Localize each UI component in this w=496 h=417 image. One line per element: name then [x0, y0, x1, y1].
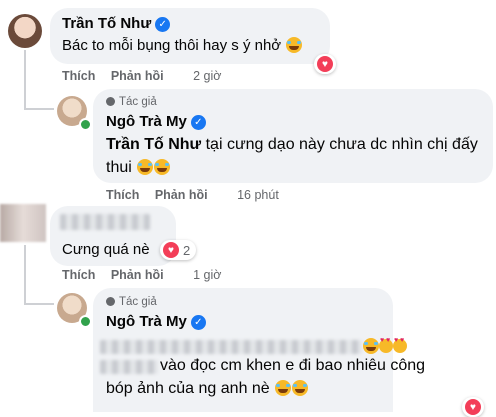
reply-author[interactable]: Ngô Trà My ✓: [106, 113, 206, 130]
reaction-badge[interactable]: ♥ 2: [160, 240, 197, 260]
author-tag-icon: [106, 297, 115, 306]
timestamp[interactable]: 2 giờ: [193, 69, 221, 83]
reaction-badge[interactable]: ♥: [314, 54, 336, 74]
like-button[interactable]: Thích: [62, 268, 95, 282]
author-tag: Tác giả: [106, 96, 157, 108]
reply-text-line2: vào đọc cm khen e đi bao nhiêu công: [160, 357, 426, 374]
verified-badge-icon: ✓: [190, 115, 206, 130]
reply-button[interactable]: Phản hồi: [155, 188, 208, 202]
reply-actions: Thích Phản hồi 16 phút: [106, 188, 291, 202]
author-tag-icon: [106, 97, 115, 106]
laughing-emoji-icon: [292, 380, 309, 396]
like-button[interactable]: Thích: [106, 188, 139, 202]
blurred-author-name: [60, 214, 150, 230]
heart-reaction-icon: ♥: [163, 242, 179, 258]
laughing-emoji-icon: [154, 159, 171, 175]
timestamp[interactable]: 1 giờ: [193, 268, 221, 282]
online-status-dot: [79, 315, 92, 328]
thread-curve: [24, 303, 54, 305]
verified-badge-icon: ✓: [190, 315, 206, 330]
reaction-badge[interactable]: ♥: [462, 397, 484, 417]
mention-link[interactable]: Trần Tố Như: [106, 136, 201, 153]
comment-actions: Thích Phản hồi 1 giờ: [62, 268, 233, 282]
comment-text: Bác to mỗi bụng thôi hay s ý nhở: [62, 37, 303, 54]
heart-eyes-emoji-icon: [379, 337, 393, 353]
heart-reaction-icon: ♥: [317, 56, 333, 72]
heart-eyes-emoji-icon: [393, 337, 407, 353]
verified-badge-icon: ✓: [155, 17, 171, 32]
comment-author[interactable]: Trần Tố Như ✓: [62, 15, 171, 32]
blurred-text-line1: [100, 340, 362, 354]
like-button[interactable]: Thích: [62, 69, 95, 83]
reply-text: Trần Tố Như tại cưng dạo này chưa dc nhì…: [106, 136, 478, 153]
emoji-group: [362, 337, 407, 356]
reply-author[interactable]: Ngô Trà My ✓: [106, 313, 206, 330]
timestamp[interactable]: 16 phút: [237, 188, 279, 202]
reaction-count: 2: [183, 242, 191, 258]
heart-reaction-icon: ♥: [465, 399, 481, 415]
thread-line: [24, 245, 26, 305]
comment-actions: Thích Phản hồi 2 giờ: [62, 69, 233, 83]
author-tag: Tác giả: [106, 296, 157, 308]
thread-line: [24, 50, 26, 110]
reply-button[interactable]: Phản hồi: [111, 69, 164, 83]
laughing-emoji-icon: [286, 37, 303, 53]
avatar-blurred[interactable]: [0, 204, 46, 242]
reply-text-line2: thui: [106, 159, 171, 177]
reply-button[interactable]: Phản hồi: [111, 268, 164, 282]
blurred-text-line2: [100, 360, 158, 374]
laughing-emoji-icon: [363, 338, 379, 354]
online-status-dot: [79, 118, 92, 131]
avatar[interactable]: [8, 14, 42, 48]
thread-curve: [24, 108, 54, 110]
laughing-emoji-icon: [137, 159, 154, 175]
reply-text-line3: bóp ảnh của ng anh nè: [106, 380, 309, 398]
laughing-emoji-icon: [275, 380, 292, 396]
comment-text: Cưng quá nè: [62, 241, 150, 258]
